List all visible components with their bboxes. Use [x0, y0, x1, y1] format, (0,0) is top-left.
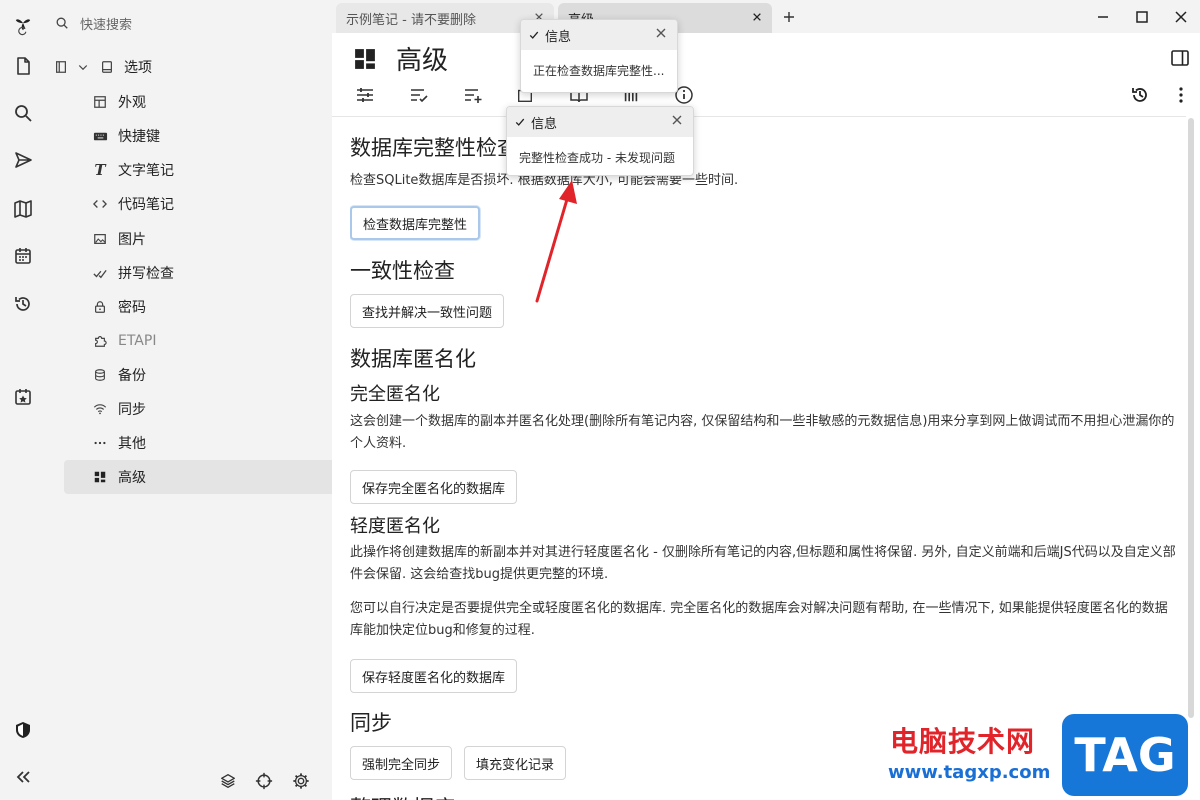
annotation-arrow [535, 180, 577, 303]
watermark-url: www.tagxp.com [888, 762, 1051, 783]
watermark-site-name: 电脑技术网 [890, 725, 1036, 758]
watermark: 电脑技术网 www.tagxp.com TAG [886, 712, 1200, 800]
watermark-logo: TAG [1062, 714, 1188, 796]
